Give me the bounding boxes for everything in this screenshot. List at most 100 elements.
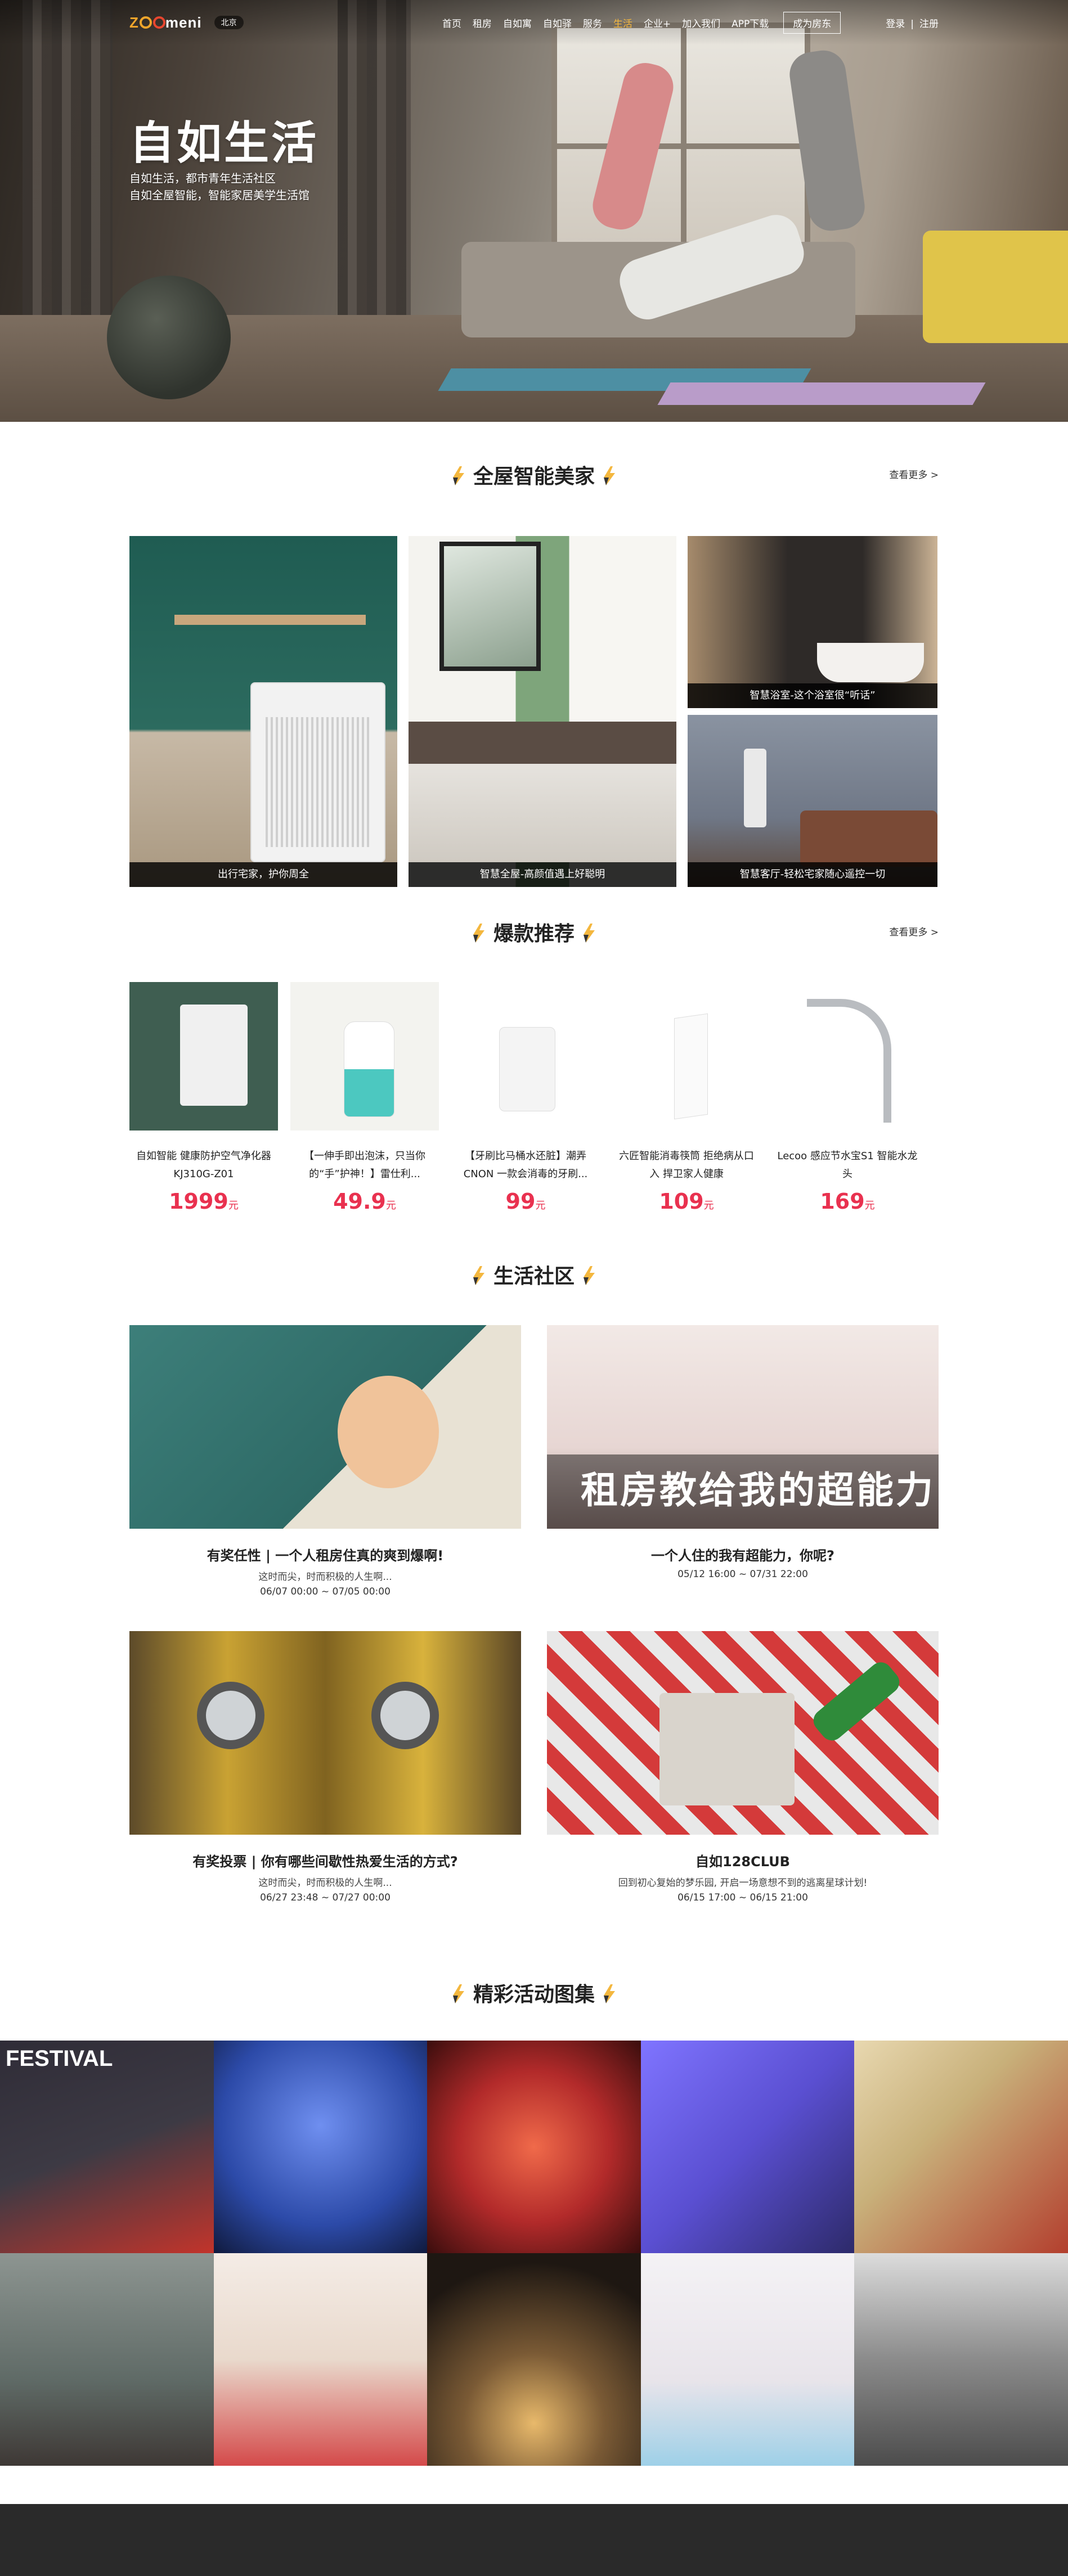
feature-tile[interactable]: 智慧客厅-轻松宅家随心遥控一切 (688, 715, 937, 887)
cartoon-character-image (338, 1376, 439, 1488)
bolt-icon (473, 1266, 484, 1285)
section-title: 全屋智能美家 (473, 465, 595, 488)
product-card[interactable]: 【牙刷比马桶水还脏】潮弄CNON 一款会消毒的牙刷... 99元 (451, 982, 600, 1214)
product-image (129, 982, 278, 1131)
community-post[interactable]: 有奖任性 | 一个人租房住真的爽到爆啊! 这时而尖，时而积极的人生啊... 06… (129, 1325, 521, 1597)
hero-subtitle: 自如生活，都市青年生活社区 自如全屋智能，智能家居美学生活馆 (129, 170, 309, 204)
bolt-icon (584, 1266, 595, 1285)
hero-banner: Z meni 北京 首页 租房 自如寓 自如驿 服务 生活 企业+ 加入我们 A… (0, 0, 1068, 422)
logo-text: meni (165, 13, 202, 31)
post-title: 自如128CLUB (695, 1854, 790, 1870)
post-image (129, 1325, 521, 1529)
product-name: 自如智能 健康防护空气净化器KJ310G-Z01 (136, 1150, 271, 1180)
gallery-photo[interactable] (213, 2253, 428, 2466)
section-header: 全屋智能美家 查看更多 > (0, 460, 1068, 494)
product-name: Lecoo 感应节水宝S1 智能水龙头 (777, 1150, 918, 1180)
product-price: 169元 (773, 1189, 922, 1214)
post-description: 这时而尖，时而积极的人生啊... (258, 1571, 392, 1583)
nav-item-join-us[interactable]: 加入我们 (682, 16, 720, 30)
festival-text: FESTIVAL (6, 2046, 113, 2071)
product-name: 六匠智能消毒筷筒 拒绝病从口入 捍卫家人健康 (619, 1150, 754, 1180)
community-post[interactable]: 租房教给我的超能力 一个人住的我有超能力，你呢? 05/12 16:00 ~ 0… (547, 1325, 939, 1580)
gallery-photo[interactable] (427, 2253, 641, 2466)
auth-links: 登录 | 注册 (886, 16, 939, 30)
wall-frame-decoration (439, 542, 541, 671)
post-image-overlay-text: 租房教给我的超能力 (581, 1469, 935, 1512)
nav-item-home[interactable]: 首页 (442, 16, 461, 30)
price-unit: 元 (228, 1200, 239, 1212)
product-card[interactable]: 自如智能 健康防护空气净化器KJ310G-Z01 1999元 (129, 982, 278, 1214)
price-value: 99 (505, 1189, 536, 1214)
price-unit: 元 (535, 1200, 546, 1212)
feature-tile[interactable]: 智慧浴室-这个浴室很“听话” (688, 536, 937, 708)
register-link[interactable]: 注册 (919, 19, 939, 30)
gallery-section: 精彩活动图集 (0, 1978, 1068, 2012)
post-description: 这时而尖，时而积极的人生啊... (258, 1877, 392, 1889)
gallery-photo[interactable] (640, 2253, 855, 2466)
hero-title: 自如生活 (129, 117, 318, 169)
product-price: 1999元 (129, 1189, 278, 1214)
exercise-ball-decoration (107, 276, 231, 399)
bolt-icon (452, 466, 464, 485)
product-price: 109元 (612, 1189, 761, 1214)
footer-bar (0, 2504, 1068, 2576)
post-date: 06/15 17:00 ~ 06/15 21:00 (677, 1892, 808, 1903)
auth-separator: | (910, 18, 914, 30)
nav-item-apartment[interactable]: 自如寓 (503, 16, 532, 30)
gallery-photo[interactable] (427, 2041, 641, 2253)
post-date: 06/07 00:00 ~ 07/05 00:00 (260, 1586, 391, 1597)
faucet-image (807, 999, 891, 1123)
chopstick-holder-image (674, 1013, 708, 1120)
bathtub-decoration (817, 643, 924, 682)
site-logo[interactable]: Z meni (129, 11, 202, 34)
section-header: 生活社区 (0, 1260, 1068, 1294)
nav-item-life[interactable]: 生活 (613, 16, 632, 30)
gallery-photo[interactable] (213, 2041, 428, 2253)
product-card[interactable]: 六匠智能消毒筷筒 拒绝病从口入 捍卫家人健康 109元 (612, 982, 761, 1214)
nav-item-inn[interactable]: 自如驿 (543, 16, 572, 30)
nav-item-app-download[interactable]: APP下载 (732, 16, 769, 30)
yoga-mat-decoration (657, 382, 986, 405)
gallery-photo[interactable] (0, 2253, 214, 2466)
product-card[interactable]: Lecoo 感应节水宝S1 智能水龙头 169元 (773, 982, 922, 1214)
post-image (129, 1631, 521, 1835)
city-selector[interactable]: 北京 (214, 16, 244, 29)
bottle-image (809, 1658, 904, 1745)
retro-console-image (659, 1693, 795, 1805)
gallery-photo[interactable] (854, 2041, 1068, 2253)
feature-tile[interactable]: 出行宅家，护你周全 (129, 536, 397, 887)
nav-item-service[interactable]: 服务 (583, 16, 602, 30)
nav-item-rent[interactable]: 租房 (473, 16, 492, 30)
smart-home-section: 全屋智能美家 查看更多 > 出行宅家，护你周全 智慧全屋-高颜值遇上好聪明 智慧… (0, 460, 1068, 887)
see-more-link[interactable]: 查看更多 > (889, 924, 939, 938)
community-section: 生活社区 有奖任性 | 一个人租房住真的爽到爆啊! 这时而尖，时而积极的人生啊.… (0, 1260, 1068, 1912)
minion-eye-image (197, 1682, 264, 1749)
projector-decoration (744, 749, 766, 827)
hero-subtitle-line: 自如全屋智能，智能家居美学生活馆 (129, 188, 309, 202)
login-link[interactable]: 登录 (886, 19, 905, 30)
gallery-photo[interactable] (640, 2041, 855, 2253)
community-post[interactable]: 有奖投票 | 你有哪些间歇性热爱生活的方式? 这时而尖，时而积极的人生啊... … (129, 1631, 521, 1903)
feature-tile[interactable]: 智慧全屋-高颜值遇上好聪明 (409, 536, 676, 887)
logo-z-mark: Z (129, 13, 138, 31)
post-title: 一个人住的我有超能力，你呢? (651, 1548, 834, 1564)
product-price: 99元 (451, 1189, 600, 1214)
bolt-icon (452, 1984, 464, 2003)
gallery-photo[interactable]: FESTIVAL (0, 2041, 214, 2253)
nav-item-enterprise[interactable]: 企业+ (644, 16, 671, 30)
community-post[interactable]: 自如128CLUB 回到初心复始的梦乐园, 开启一场意想不到的逃离星球计划! 0… (547, 1631, 939, 1903)
price-unit: 元 (703, 1200, 714, 1212)
product-list: 自如智能 健康防护空气净化器KJ310G-Z01 1999元 【一伸手即出泡沫，… (0, 982, 1068, 1241)
bed-decoration (409, 722, 676, 862)
gallery-photo[interactable] (854, 2253, 1068, 2466)
price-unit: 元 (864, 1200, 875, 1212)
see-more-link[interactable]: 查看更多 > (889, 467, 939, 481)
become-landlord-button[interactable]: 成为房东 (783, 11, 841, 34)
section-header: 爆款推荐 查看更多 > (0, 917, 1068, 951)
product-name: 【一伸手即出泡沫，只当你的“手”护神！】雷仕利... (304, 1150, 425, 1180)
soap-dispenser-image (344, 1021, 394, 1117)
product-card[interactable]: 【一伸手即出泡沫，只当你的“手”护神！】雷仕利... 49.9元 (290, 982, 439, 1214)
air-purifier-image (250, 682, 385, 862)
section-title: 爆款推荐 (493, 922, 575, 945)
bolt-icon (584, 924, 595, 943)
